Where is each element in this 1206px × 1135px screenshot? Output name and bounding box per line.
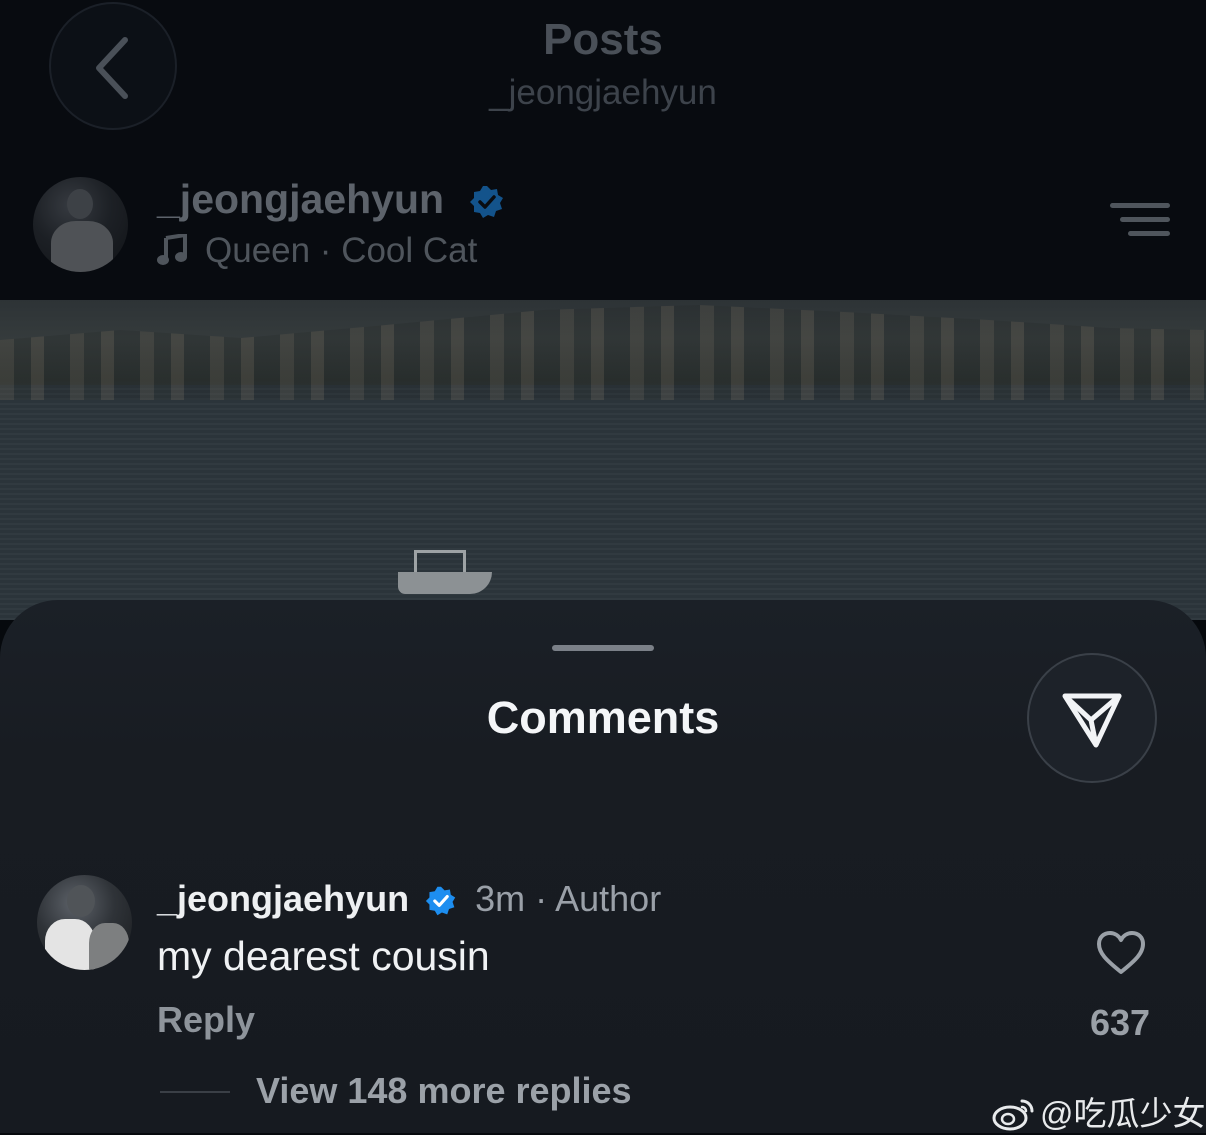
replies-divider [160, 1091, 230, 1093]
comment-username[interactable]: _jeongjaehyun [157, 878, 409, 919]
post-header: Posts _jeongjaehyun _jeongjaehyun Queen … [0, 0, 1206, 300]
share-button[interactable] [1027, 653, 1157, 783]
music-note-icon [157, 232, 187, 265]
watermark: @吃瓜少女 [992, 1087, 1206, 1135]
like-count: 637 [1089, 1002, 1151, 1043]
comments-sheet: Comments _jeongjaehyun 3m · Author my de… [0, 600, 1206, 1133]
share-send-icon [1062, 693, 1122, 748]
verified-badge-icon [470, 186, 504, 219]
boat [398, 548, 492, 594]
like-button[interactable] [1096, 930, 1146, 976]
post-author[interactable]: _jeongjaehyun [157, 176, 505, 223]
comments-title: Comments [486, 692, 720, 743]
lake-water [0, 385, 1206, 620]
comment-header: _jeongjaehyun 3m · Author [157, 878, 661, 920]
post-username: _jeongjaehyun [157, 176, 445, 222]
watermark-text: @吃瓜少女 [1040, 1095, 1206, 1132]
verified-badge-icon [425, 887, 456, 916]
music-label: Queen · Cool Cat [205, 231, 478, 270]
page-subtitle: _jeongjaehyun [489, 73, 717, 112]
comment-text: my dearest cousin [157, 933, 490, 979]
reply-button[interactable]: Reply [157, 999, 255, 1041]
weibo-icon [992, 1099, 1034, 1131]
avatar[interactable] [33, 177, 128, 272]
menu-icon[interactable] [1110, 203, 1170, 237]
lakeside-town [0, 305, 1206, 400]
comment-avatar[interactable] [37, 875, 132, 970]
heart-icon [1097, 931, 1145, 974]
comment-meta: 3m · Author [475, 878, 662, 919]
music-info[interactable]: Queen · Cool Cat [157, 231, 477, 271]
post-image[interactable] [0, 300, 1206, 620]
page-title: Posts [543, 15, 663, 64]
sheet-grabber[interactable] [552, 645, 654, 651]
view-replies-button[interactable]: View 148 more replies [256, 1070, 632, 1112]
